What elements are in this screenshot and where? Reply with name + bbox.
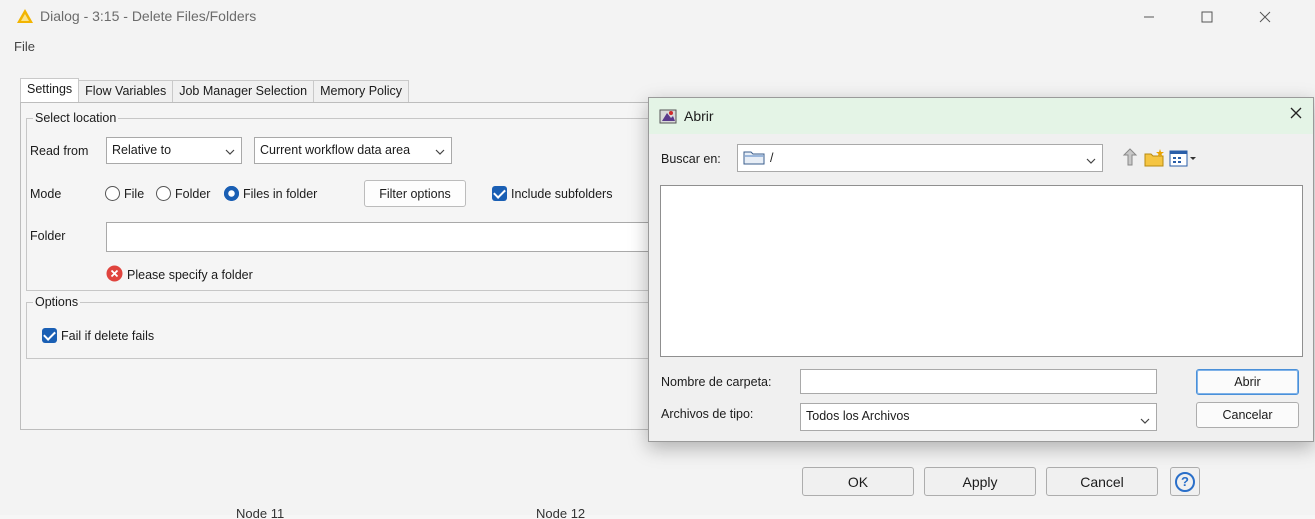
chevron-down-icon (1086, 154, 1096, 168)
mode-folder-label: Folder (175, 186, 211, 201)
chevron-down-icon (225, 145, 235, 159)
folder-name-label: Nombre de carpeta: (661, 375, 772, 389)
menu-file[interactable]: File (14, 39, 35, 54)
tab-memory-policy[interactable]: Memory Policy (313, 80, 410, 103)
minimize-icon (1144, 16, 1154, 18)
mode-files-in-folder-label: Files in folder (243, 186, 318, 201)
menu-bar: File (0, 36, 1315, 58)
look-in-value: / (770, 151, 774, 165)
file-type-dropdown[interactable]: Todos los Archivos (800, 403, 1157, 431)
look-in-label: Buscar en: (661, 152, 721, 166)
tab-strip: Settings Flow Variables Job Manager Sele… (20, 78, 410, 103)
cancel-button[interactable]: Cancel (1046, 467, 1158, 496)
error-text: Please specify a folder (127, 268, 253, 282)
options-legend: Options (33, 295, 81, 309)
fail-if-delete-fails-label: Fail if delete fails (61, 328, 155, 343)
up-one-level-icon[interactable] (1119, 148, 1139, 171)
minimize-button[interactable] (1122, 0, 1176, 34)
error-icon (106, 265, 123, 285)
file-type-label: Archivos de tipo: (661, 407, 754, 421)
radio-icon (105, 186, 120, 201)
cancel-chooser-button[interactable]: Cancelar (1196, 402, 1299, 428)
node-12-label: Node 12 (536, 509, 586, 519)
tab-flow-variables[interactable]: Flow Variables (78, 80, 174, 103)
folder-label: Folder (30, 229, 66, 243)
checkbox-checked-icon (42, 328, 57, 343)
node-11-label: Node 11 (236, 509, 285, 519)
title-bar[interactable]: Dialog - 3:15 - Delete Files/Folders (0, 0, 1315, 34)
relative-target-value: Current workflow data area (260, 143, 411, 157)
close-icon (1259, 11, 1271, 23)
mode-radio-folder[interactable]: Folder (156, 186, 210, 201)
folder-name-input[interactable] (800, 369, 1157, 394)
folder-error-message: Please specify a folder (106, 265, 253, 285)
read-from-dropdown[interactable]: Relative to (106, 137, 242, 164)
tab-job-manager-selection[interactable]: Job Manager Selection (172, 80, 315, 103)
file-chooser-dialog: Abrir Buscar en: / Nombre de carpeta: Ar… (648, 97, 1314, 442)
include-subfolders-label: Include subfolders (511, 186, 613, 201)
checkbox-checked-icon (492, 186, 507, 201)
ok-button[interactable]: OK (802, 467, 914, 496)
relative-target-dropdown[interactable]: Current workflow data area (254, 137, 452, 164)
knime-warning-icon (16, 8, 34, 27)
file-chooser-title: Abrir (684, 108, 714, 124)
include-subfolders-checkbox[interactable]: Include subfolders (492, 186, 612, 201)
chevron-down-icon (1140, 414, 1150, 428)
read-from-value: Relative to (112, 143, 172, 157)
radio-icon (156, 186, 171, 201)
mode-radio-files-in-folder[interactable]: Files in folder (224, 186, 317, 201)
open-button[interactable]: Abrir (1196, 369, 1299, 395)
mode-radio-file[interactable]: File (105, 186, 144, 201)
close-icon[interactable] (1289, 106, 1303, 123)
close-window-button[interactable] (1238, 0, 1292, 34)
read-from-label: Read from (30, 144, 89, 158)
settings-panel: Select location Read from Relative to Cu… (20, 102, 660, 430)
select-location-group: Select location Read from Relative to Cu… (26, 111, 656, 291)
look-in-dropdown[interactable]: / (737, 144, 1103, 172)
mode-label: Mode (30, 187, 62, 201)
mode-file-label: File (124, 186, 145, 201)
file-chooser-title-bar[interactable]: Abrir (649, 98, 1313, 134)
window-title: Dialog - 3:15 - Delete Files/Folders (40, 8, 257, 24)
select-location-legend: Select location (33, 111, 119, 125)
file-list[interactable] (660, 185, 1303, 357)
chevron-down-icon (435, 145, 445, 159)
fail-if-delete-fails-checkbox[interactable]: Fail if delete fails (42, 328, 154, 343)
radio-selected-icon (224, 186, 239, 201)
help-icon: ? (1175, 471, 1195, 492)
maximize-icon (1201, 11, 1213, 23)
help-button[interactable]: ? (1170, 467, 1200, 496)
java-app-icon (659, 107, 677, 128)
apply-button[interactable]: Apply (924, 467, 1036, 496)
folder-input[interactable] (106, 222, 654, 252)
maximize-button[interactable] (1180, 0, 1234, 34)
options-group: Options Fail if delete fails (26, 295, 656, 359)
folder-icon (743, 149, 765, 168)
tab-settings[interactable]: Settings (20, 78, 80, 103)
new-folder-icon[interactable] (1144, 148, 1166, 171)
filter-options-button[interactable]: Filter options (364, 180, 466, 207)
file-type-value: Todos los Archivos (806, 409, 910, 423)
workflow-canvas-strip: Node 11 Node 12 (0, 509, 1315, 519)
view-menu-icon[interactable] (1169, 150, 1197, 171)
